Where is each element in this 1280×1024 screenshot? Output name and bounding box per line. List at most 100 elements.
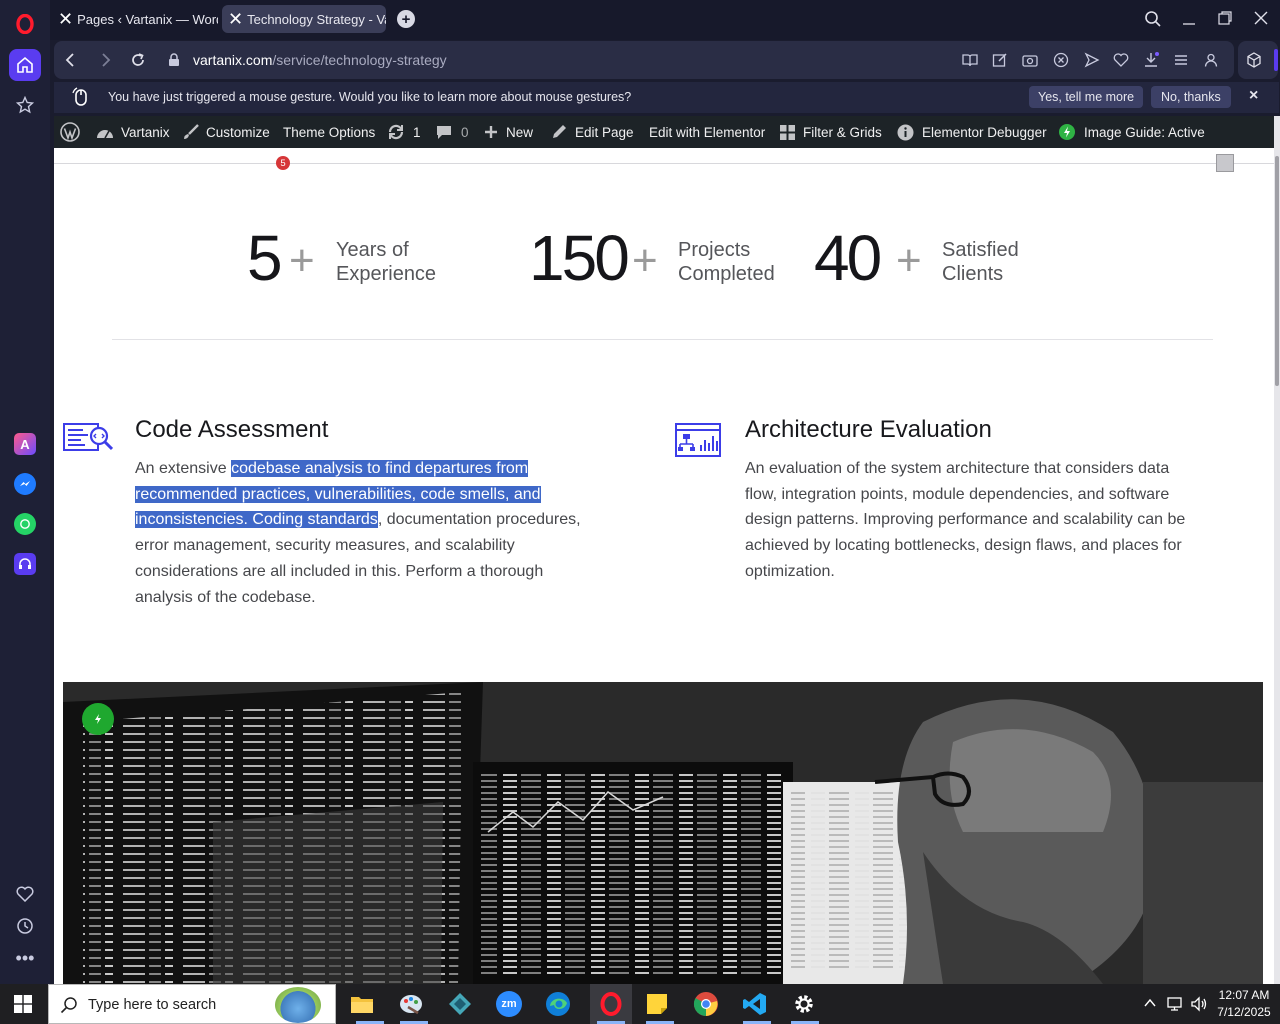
system-clock[interactable]: 12:07 AM 7/12/2025 — [1214, 987, 1274, 1021]
mouse-icon — [71, 87, 91, 109]
paint-app-icon[interactable] — [395, 988, 427, 1020]
wp-site-link[interactable]: Vartanix — [96, 116, 170, 148]
snapshot-icon[interactable] — [1022, 52, 1038, 68]
elementor-debugger-link[interactable]: Elementor Debugger — [897, 116, 1047, 148]
forward-icon[interactable] — [98, 52, 112, 68]
flow-send-icon[interactable] — [1084, 52, 1100, 68]
gesture-message: You have just triggered a mouse gesture.… — [108, 90, 632, 104]
architecture-evaluation-icon — [675, 423, 721, 457]
easy-setup-icon[interactable] — [1173, 52, 1189, 68]
home-icon[interactable] — [9, 49, 41, 81]
new-tab-button[interactable]: + — [397, 10, 415, 28]
url-field[interactable]: vartanix.com/service/technology-strategy — [193, 52, 447, 68]
cube-icon — [1246, 52, 1262, 68]
filter-grids-label: Filter & Grids — [803, 124, 882, 140]
zoom-icon[interactable]: zm — [493, 988, 525, 1020]
vartanix-favicon-icon: ✕ — [228, 8, 244, 30]
close-notification-button[interactable]: × — [1249, 87, 1258, 105]
page-scrollbar[interactable] — [1274, 116, 1280, 984]
chrome-icon[interactable] — [690, 988, 722, 1020]
more-options-icon[interactable]: ••• — [9, 942, 41, 974]
opera-logo-icon[interactable] — [9, 8, 41, 40]
brush-icon — [183, 124, 199, 140]
close-window-button[interactable] — [1253, 10, 1269, 26]
tab-pages-vartanix[interactable]: ✕ Pages ‹ Vartanix — WordP — [52, 5, 218, 33]
history-icon[interactable] — [9, 910, 41, 942]
customize-link[interactable]: Customize — [183, 116, 270, 148]
ad-blocker-icon[interactable] — [1053, 52, 1069, 68]
taskbar-search-box[interactable]: Type here to search — [48, 984, 336, 1024]
messenger-icon[interactable] — [9, 468, 41, 500]
windows-taskbar: Type here to search zm 12:07 AM 7/12/202… — [0, 984, 1280, 1024]
sticky-notes-icon[interactable] — [641, 988, 673, 1020]
search-placeholder: Type here to search — [88, 997, 217, 1013]
yes-tell-me-more-button[interactable]: Yes, tell me more — [1029, 86, 1144, 108]
extension-indicator — [1274, 49, 1278, 71]
secondary-toolbar: 5 — [54, 148, 1274, 172]
edge-browser-icon[interactable] — [542, 988, 574, 1020]
edit-with-elementor-link[interactable]: Edit with Elementor — [649, 116, 765, 148]
tab-technology-strategy[interactable]: ✕ Technology Strategy - Var — [222, 5, 386, 33]
vartanix-favicon-icon: ✕ — [58, 8, 74, 30]
edit-icon[interactable] — [992, 52, 1008, 68]
new-label: New — [506, 124, 534, 140]
account-icon[interactable] — [1203, 52, 1219, 68]
reload-icon[interactable] — [130, 52, 146, 68]
music-player-icon[interactable] — [9, 548, 41, 580]
no-thanks-button[interactable]: No, thanks — [1151, 86, 1231, 108]
notification-badge[interactable]: 5 — [276, 156, 290, 170]
code-assessment-icon — [63, 422, 113, 454]
image-guide-badge-icon[interactable] — [82, 703, 114, 735]
customize-label: Customize — [206, 124, 270, 140]
wordpress-logo-icon[interactable] — [60, 116, 80, 148]
filter-grids-link[interactable]: Filter & Grids — [780, 116, 882, 148]
star-icon[interactable] — [9, 89, 41, 121]
restore-button[interactable] — [1217, 10, 1233, 26]
vscode-icon[interactable] — [739, 988, 771, 1020]
back-icon[interactable] — [64, 52, 78, 68]
app-diamond-icon[interactable] — [444, 988, 476, 1020]
search-tabs-icon[interactable] — [1144, 10, 1162, 28]
edit-page-link[interactable]: Edit Page — [551, 116, 634, 148]
updates-link[interactable]: 1 — [387, 116, 421, 148]
heart-icon[interactable] — [9, 878, 41, 910]
service-description: An evaluation of the system architecture… — [745, 460, 1186, 580]
volume-icon[interactable] — [1190, 995, 1208, 1013]
theme-options-link[interactable]: Theme Options — [283, 116, 375, 148]
updates-icon — [387, 124, 405, 140]
image-guide-link[interactable]: Image Guide: Active — [1059, 116, 1205, 148]
tab-label: Technology Strategy - Var — [247, 11, 386, 27]
stat-number: 5 — [247, 222, 283, 294]
url-domain: vartanix.com — [193, 52, 273, 68]
service-title: Architecture Evaluation — [745, 416, 992, 443]
downloads-icon[interactable] — [1143, 52, 1159, 68]
comments-link[interactable]: 0 — [436, 116, 469, 148]
favorites-heart-icon[interactable] — [1113, 52, 1129, 68]
user-avatar[interactable] — [1216, 154, 1234, 172]
whatsapp-icon[interactable] — [9, 508, 41, 540]
stat-plus: + — [289, 236, 315, 285]
edit-page-label: Edit Page — [575, 124, 634, 140]
scrollbar-thumb[interactable] — [1275, 156, 1279, 386]
tab-label: Pages ‹ Vartanix — WordP — [77, 11, 218, 27]
reader-mode-icon[interactable] — [962, 52, 978, 68]
stat-label: Years of Experience — [336, 239, 437, 285]
aria-icon[interactable]: A — [9, 428, 41, 460]
settings-gear-icon[interactable] — [788, 988, 820, 1020]
wp-admin-bar: Vartanix Customize Theme Options 1 0 New… — [54, 116, 1274, 148]
opera-taskbar-icon[interactable] — [590, 984, 632, 1024]
minimize-button[interactable] — [1181, 10, 1197, 28]
new-content-link[interactable]: New — [484, 116, 533, 148]
clock-time: 12:07 AM — [1218, 988, 1270, 1002]
chevron-up-icon[interactable] — [1143, 996, 1157, 1010]
developer-monitors-image — [63, 682, 1263, 984]
lock-icon[interactable] — [168, 53, 180, 67]
file-explorer-icon[interactable] — [346, 988, 378, 1020]
browser-sidebar: A ••• — [0, 0, 50, 984]
windows-start-icon[interactable] — [14, 995, 32, 1013]
stat-label: Projects Completed — [678, 239, 775, 285]
extensions-button[interactable] — [1238, 41, 1278, 79]
network-icon[interactable] — [1166, 995, 1184, 1013]
dashboard-icon — [96, 125, 114, 139]
tab-bar: ✕ Pages ‹ Vartanix — WordP ✕ Technology … — [50, 0, 1280, 40]
